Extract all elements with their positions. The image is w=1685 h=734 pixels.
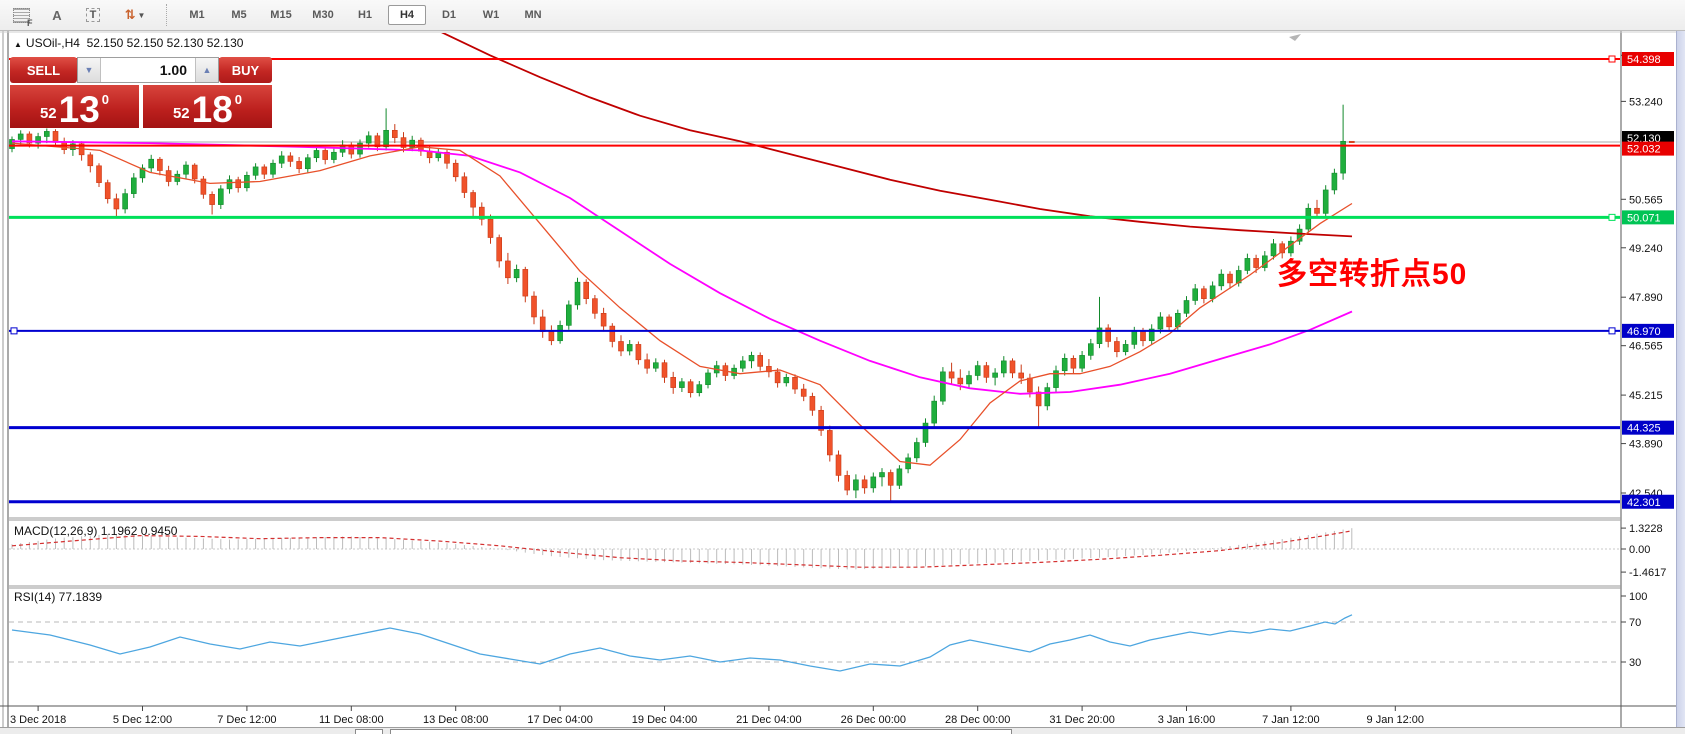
text-label-button[interactable]: A	[42, 2, 72, 28]
svg-text:45.215: 45.215	[1629, 390, 1663, 402]
volume-decrease-button[interactable]: ▼	[78, 58, 101, 82]
tf-m1-button[interactable]: M1	[178, 5, 216, 25]
tf-d1-button[interactable]: D1	[430, 5, 468, 25]
time-axis-label: 21 Dec 04:00	[736, 714, 801, 726]
svg-text:47.890: 47.890	[1629, 292, 1663, 304]
time-axis-label: 26 Dec 00:00	[841, 714, 906, 726]
tf-mn-button[interactable]: MN	[514, 5, 552, 25]
time-axis-label: 11 Dec 08:00	[319, 714, 384, 726]
one-click-trading-panel: SELL ▼ 1.00 ▲ BUY 52 13 0 52 18 0	[10, 57, 272, 128]
svg-text:30: 30	[1629, 657, 1641, 669]
time-axis-label: 9 Jan 12:00	[1367, 714, 1425, 726]
svg-text:100: 100	[1629, 591, 1647, 603]
chart-tab[interactable]	[355, 729, 383, 734]
buy-price-point: 0	[235, 92, 242, 107]
time-axis-label: 3 Jan 16:00	[1158, 714, 1216, 726]
time-axis-label: 5 Dec 12:00	[113, 714, 172, 726]
grid-icon: F	[13, 8, 30, 23]
svg-text:1.3228: 1.3228	[1629, 523, 1663, 535]
sell-button[interactable]: SELL	[10, 57, 77, 83]
price-chart-surface[interactable]: 54.50053.24050.56549.24047.89046.56545.2…	[0, 31, 1685, 734]
time-axis-label: 13 Dec 08:00	[423, 714, 488, 726]
svg-text:46.970: 46.970	[1627, 326, 1661, 338]
buy-price-button[interactable]: 52 18 0	[143, 85, 272, 128]
candlesticks	[10, 105, 1355, 501]
indicator-grid-icon[interactable]: F	[6, 2, 36, 28]
svg-text:53.240: 53.240	[1629, 96, 1663, 108]
svg-text:42.301: 42.301	[1627, 497, 1661, 509]
tf-h1-button[interactable]: H1	[346, 5, 384, 25]
symbol-name: USOil-,H4	[26, 36, 80, 50]
time-axis-label: 3 Dec 2018	[10, 714, 66, 726]
buy-price-whole: 52	[173, 105, 190, 122]
rsi-label: RSI(14) 77.1839	[14, 590, 102, 604]
text-box-icon: T	[86, 8, 101, 22]
line-handle	[1609, 328, 1615, 334]
ohlc-values: 52.150 52.150 52.130 52.130	[87, 36, 244, 50]
macd-panel	[9, 528, 1621, 569]
svg-text:43.890: 43.890	[1629, 439, 1663, 451]
svg-text:54.398: 54.398	[1627, 54, 1661, 66]
time-axis-label: 17 Dec 04:00	[527, 714, 592, 726]
macd-label: MACD(12,26,9) 1.1962 0.9450	[14, 524, 177, 538]
sell-price-button[interactable]: 52 13 0	[10, 85, 139, 128]
time-axis-label: 7 Jan 12:00	[1262, 714, 1320, 726]
text-a-icon: A	[52, 8, 61, 23]
tf-m30-button[interactable]: M30	[304, 5, 342, 25]
sell-price-point: 0	[102, 92, 109, 107]
svg-text:50.071: 50.071	[1627, 212, 1661, 224]
time-axis-label: 28 Dec 00:00	[945, 714, 1010, 726]
toolbar-separator	[166, 4, 168, 26]
collapse-panel-icon[interactable]: ▲	[14, 40, 22, 49]
arrows-icon: ⇅	[125, 7, 136, 23]
mt4-window: F A T ⇅ ▼ M1 M5 M15 M30 H1 H4 D1 W1 MN ▲…	[0, 0, 1685, 734]
svg-text:-1.4617: -1.4617	[1629, 567, 1666, 579]
tf-m15-button[interactable]: M15	[262, 5, 300, 25]
tf-m5-button[interactable]: M5	[220, 5, 258, 25]
buy-button[interactable]: BUY	[219, 57, 272, 83]
chart-title: ▲ USOil-,H4 52.150 52.150 52.130 52.130	[14, 36, 243, 50]
text-box-button[interactable]: T	[78, 2, 108, 28]
time-axis-label: 19 Dec 04:00	[632, 714, 697, 726]
svg-text:50.565: 50.565	[1629, 194, 1663, 206]
svg-text:0.00: 0.00	[1629, 544, 1650, 556]
volume-stepper: ▼ 1.00 ▲	[77, 57, 219, 83]
shift-marker-icon	[1289, 34, 1301, 41]
toolbar: F A T ⇅ ▼ M1 M5 M15 M30 H1 H4 D1 W1 MN	[0, 0, 1685, 31]
svg-text:44.325: 44.325	[1627, 423, 1661, 435]
tf-h4-button[interactable]: H4	[388, 5, 426, 25]
line-handle	[1609, 56, 1615, 62]
svg-text:70: 70	[1629, 617, 1641, 629]
rsi-panel	[9, 615, 1621, 671]
svg-text:49.240: 49.240	[1629, 243, 1663, 255]
price-axis: 54.50053.24050.56549.24047.89046.56545.2…	[1621, 50, 1674, 669]
chart-tab[interactable]	[390, 729, 1012, 734]
sell-price-pips: 13	[59, 94, 100, 125]
time-axis-label: 31 Dec 20:00	[1049, 714, 1114, 726]
svg-text:52.032: 52.032	[1627, 144, 1661, 156]
svg-text:46.565: 46.565	[1629, 341, 1663, 353]
volume-input[interactable]: 1.00	[101, 58, 195, 82]
sell-price-whole: 52	[40, 105, 57, 122]
line-handle	[1609, 214, 1615, 220]
time-axis-label: 7 Dec 12:00	[217, 714, 276, 726]
time-axis: 3 Dec 2018 5 Dec 12:00 7 Dec 12:00 11 Dec 0…	[10, 706, 1424, 726]
volume-increase-button[interactable]: ▲	[195, 58, 218, 82]
line-handle	[11, 328, 17, 334]
window-scrollbar[interactable]	[1676, 31, 1685, 734]
objects-arrows-button[interactable]: ⇅ ▼	[114, 2, 156, 28]
chart-tabs-strip	[0, 727, 1685, 734]
chevron-down-icon: ▼	[137, 11, 145, 20]
chart-annotation-text: 多空转折点50	[1277, 249, 1467, 293]
buy-price-pips: 18	[192, 94, 233, 125]
tf-w1-button[interactable]: W1	[472, 5, 510, 25]
